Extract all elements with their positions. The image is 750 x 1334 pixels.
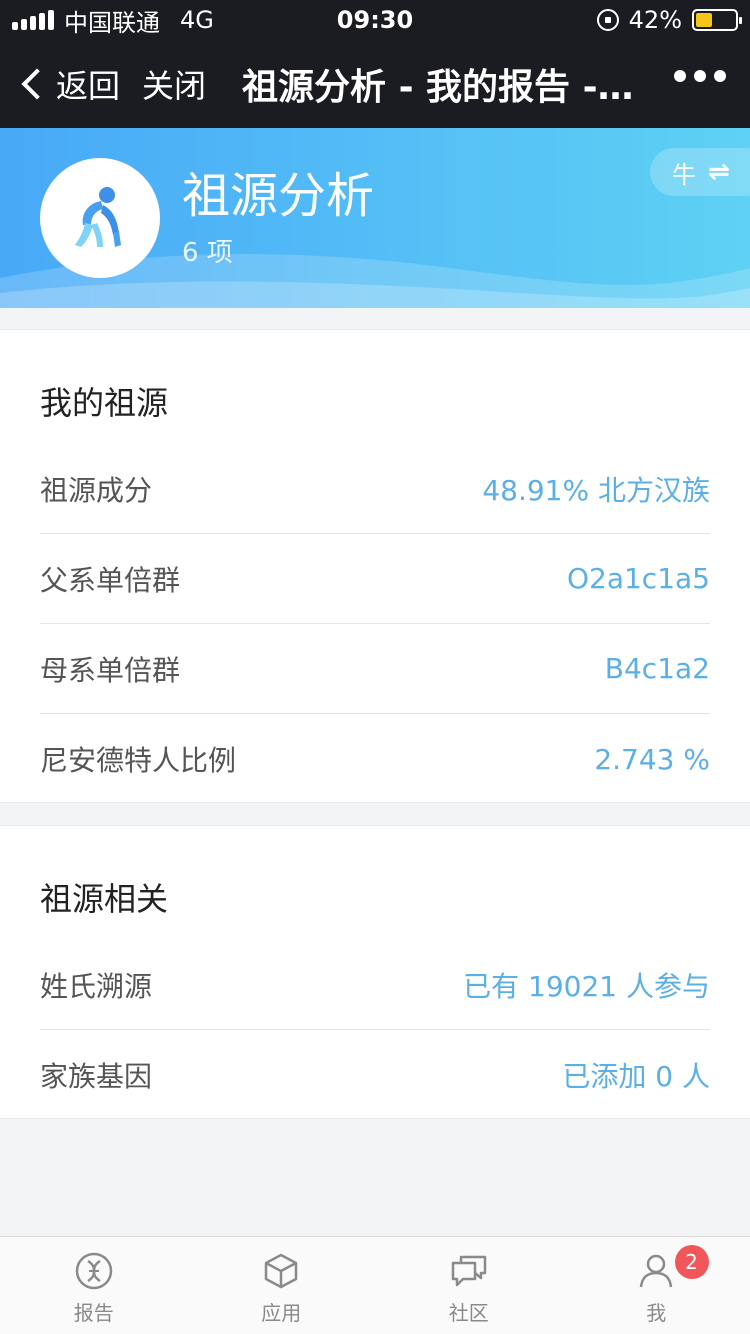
- switch-label: 牛: [672, 160, 696, 189]
- swap-arrows-icon: ⇌: [708, 157, 730, 187]
- back-label: 返回: [56, 67, 121, 105]
- ape-icon: [75, 187, 121, 247]
- tab-label: 报告: [73, 1301, 114, 1325]
- tab-label: 我: [646, 1301, 667, 1325]
- row-label: 母系单倍群: [40, 653, 181, 687]
- row-label: 祖源成分: [40, 473, 153, 507]
- row-value: B4c1a2: [604, 652, 710, 685]
- section-title: 我的祖源: [40, 384, 169, 422]
- row-value: 已添加 0 人: [562, 1060, 710, 1093]
- row-ancestry-composition[interactable]: 祖源成分 48.91% 北方汉族: [40, 444, 710, 534]
- status-right: 42%: [596, 0, 742, 40]
- page-title: 祖源分析 - 我的报告 - 祖源分析: [242, 67, 637, 108]
- row-value: 2.743 %: [594, 742, 710, 776]
- row-paternal-haplogroup[interactable]: 父系单倍群 O2a1c1a5: [40, 534, 710, 624]
- report-dna-icon: [75, 1252, 112, 1290]
- tab-report[interactable]: 报告: [0, 1237, 188, 1334]
- back-button[interactable]: 返回: [20, 61, 120, 107]
- switch-profile-button[interactable]: 牛 ⇌: [650, 148, 750, 196]
- tab-me[interactable]: 我 2: [563, 1237, 750, 1334]
- header-banner: 祖源分析 6 项 牛 ⇌: [0, 128, 750, 308]
- chevron-left-icon: [21, 68, 53, 100]
- battery-percent: 42%: [628, 6, 682, 34]
- battery-icon: [692, 9, 742, 31]
- tab-apps[interactable]: 应用: [188, 1237, 376, 1334]
- ancestry-avatar: [40, 158, 160, 278]
- row-neanderthal-ratio[interactable]: 尼安德特人比例 2.743 %: [40, 714, 710, 804]
- person-icon: [640, 1254, 673, 1288]
- row-label: 尼安德特人比例: [40, 744, 237, 777]
- row-maternal-haplogroup[interactable]: 母系单倍群 B4c1a2: [40, 624, 710, 714]
- item-count: 6 项: [182, 238, 233, 268]
- row-value: 已有 19021 人参与: [463, 969, 710, 1003]
- banner-title: 祖源分析: [182, 168, 375, 224]
- tab-community[interactable]: 社区: [375, 1237, 563, 1334]
- ancestry-related-card: 祖源相关 姓氏溯源 已有 19021 人参与 家族基因 已添加 0 人: [0, 825, 750, 1119]
- close-button[interactable]: 关闭: [142, 61, 206, 107]
- cube-icon: [265, 1253, 298, 1289]
- battery-fill: [696, 13, 712, 27]
- row-surname-origin[interactable]: 姓氏溯源 已有 19021 人参与: [40, 940, 710, 1030]
- row-value: O2a1c1a5: [566, 562, 710, 595]
- more-button[interactable]: [674, 70, 726, 82]
- tab-bar: 报告 应用 社区 我 2: [0, 1236, 750, 1334]
- more-dots-icon: [674, 70, 686, 82]
- row-label: 家族基因: [40, 1060, 153, 1093]
- tab-label: 社区: [448, 1301, 489, 1325]
- status-bar: 中国联通 4G 09:30 42%: [0, 0, 750, 40]
- more-dot: [714, 70, 726, 82]
- chat-bubbles-icon: [451, 1255, 486, 1287]
- row-label: 父系单倍群: [40, 563, 181, 597]
- tab-label: 应用: [261, 1301, 302, 1325]
- more-dot: [694, 70, 706, 82]
- rotation-lock-icon: [596, 9, 619, 31]
- section-title: 祖源相关: [40, 880, 169, 918]
- my-ancestry-card: 我的祖源 祖源成分 48.91% 北方汉族 父系单倍群 O2a1c1a5 母系单…: [0, 329, 750, 803]
- notification-badge: 2: [674, 1245, 709, 1279]
- row-label: 姓氏溯源: [40, 969, 153, 1003]
- row-value: 48.91% 北方汉族: [482, 473, 710, 507]
- nav-bar: 返回 关闭 祖源分析 - 我的报告 - 祖源分析: [0, 40, 750, 128]
- row-family-genes[interactable]: 家族基因 已添加 0 人: [40, 1030, 710, 1120]
